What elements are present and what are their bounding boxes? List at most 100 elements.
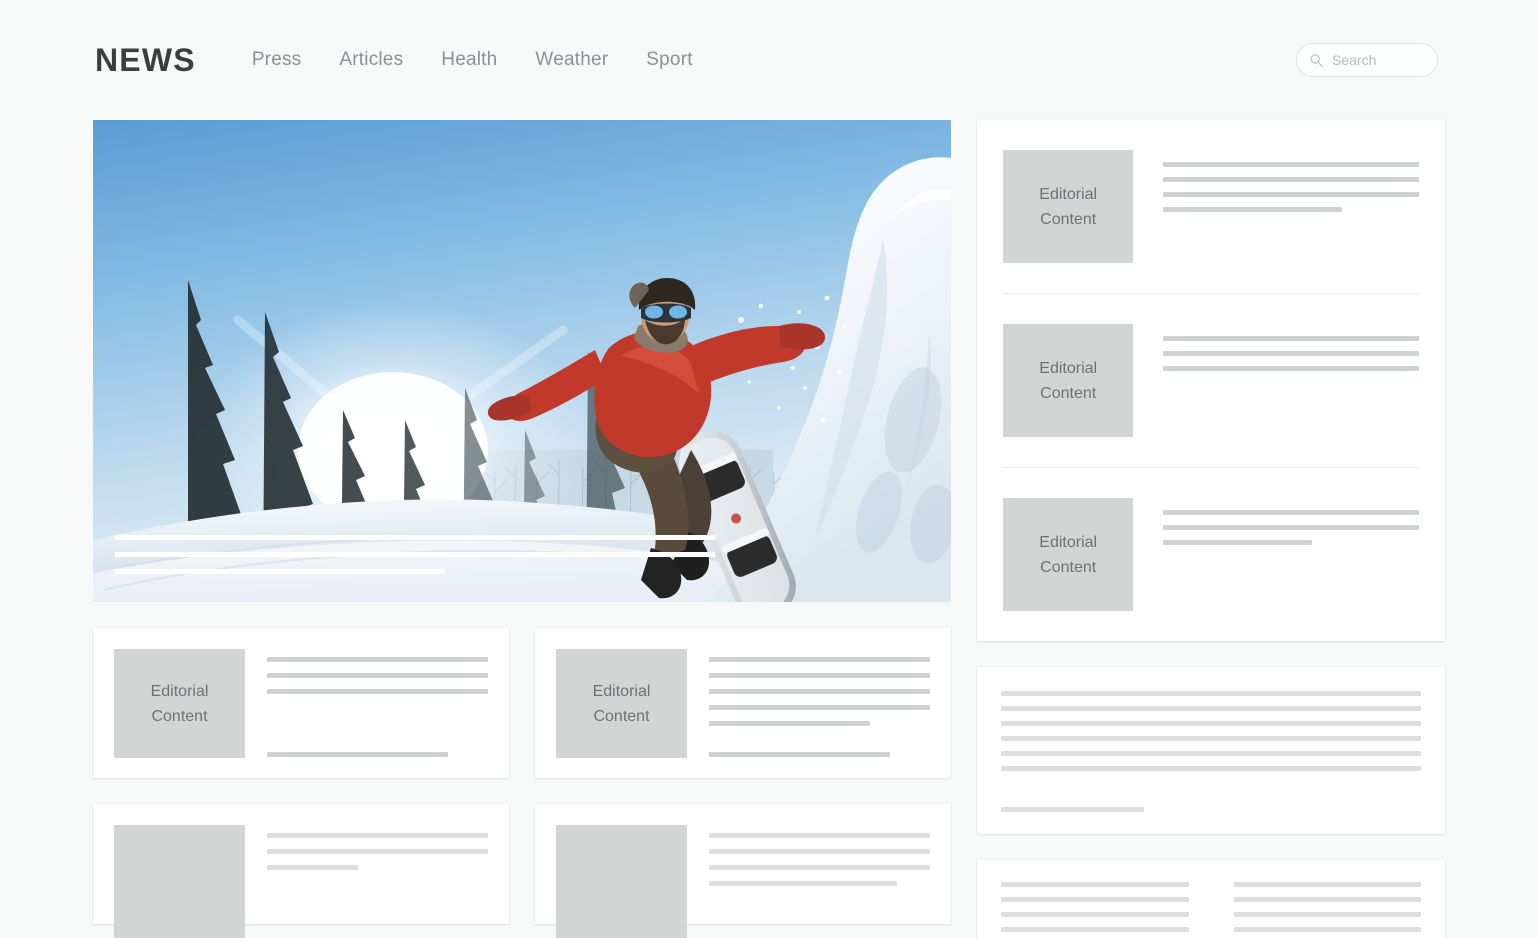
hero-headline-line [115,569,445,574]
text-line [709,865,930,870]
thumbnail-label-line2: Content [151,707,208,725]
article-footer-line-wrap [709,752,930,757]
text-block-spacer [1001,771,1421,807]
text-line [709,849,930,854]
article-card[interactable] [93,804,509,938]
two-column-right [1233,882,1422,938]
sidebar-text-block-card[interactable] [977,667,1445,834]
text-line [1001,736,1421,741]
text-line [267,689,488,694]
text-line [709,833,930,838]
main-column: Editorial Content Editorial Content [93,120,951,938]
text-line [1001,927,1189,932]
text-line [1001,721,1421,726]
text-line [1233,897,1422,902]
article-body [267,825,488,903]
sidebar-text-lines [1163,498,1419,611]
text-line [1163,510,1419,515]
article-text-lines [267,657,488,694]
sidebar-item[interactable]: Editorial Content [1003,293,1419,467]
text-line [1163,207,1343,212]
thumbnail-label-line2: Content [1040,210,1097,228]
text-line [1001,912,1189,917]
text-line [1001,882,1189,887]
text-line [1163,336,1419,341]
text-block-lines [1001,691,1421,771]
thumbnail-label-line1: Editorial [1039,185,1098,203]
text-line [267,673,488,678]
article-card[interactable]: Editorial Content [93,628,509,778]
article-body [709,825,930,903]
text-line [1163,525,1419,530]
article-card-row: Editorial Content Editorial Content [93,628,951,778]
nav-item-health[interactable]: Health [441,49,497,71]
site-header: NEWS Press Articles Health Weather Sport [0,0,1538,120]
nav-item-sport[interactable]: Sport [646,49,692,71]
text-line [267,849,488,854]
text-line [1163,162,1419,167]
text-line [709,689,930,694]
text-line [709,721,871,726]
sidebar-column: Editorial Content Editorial Content Edit… [977,120,1445,938]
text-line [1001,766,1421,771]
editorial-sidebar-card: Editorial Content Editorial Content Edit… [977,120,1445,641]
text-line [1163,177,1419,182]
editorial-thumbnail [556,825,687,938]
search-box[interactable] [1296,43,1438,77]
text-line [709,881,897,886]
hero-feature[interactable] [93,120,951,602]
text-line [1163,351,1419,356]
thumbnail-label-line1: Editorial [150,682,209,700]
sidebar-item[interactable]: Editorial Content [1003,467,1419,641]
text-line [267,752,449,757]
article-text-lines [709,657,930,726]
text-line [267,657,488,662]
text-line [1001,897,1189,902]
editorial-thumbnail: Editorial Content [556,649,687,758]
article-card[interactable] [535,804,951,938]
editorial-thumbnail: Editorial Content [1003,498,1134,611]
primary-navigation: Press Articles Health Weather Sport [252,49,693,71]
text-line [1233,927,1422,932]
article-body [267,649,488,757]
search-icon [1310,53,1323,67]
hero-headline-line [115,552,715,557]
text-line [1163,540,1312,545]
editorial-thumbnail: Editorial Content [1003,324,1134,437]
nav-item-press[interactable]: Press [252,49,302,71]
page-content: Editorial Content Editorial Content Edit… [0,120,1538,938]
thumbnail-label-line2: Content [593,707,650,725]
site-logo[interactable]: NEWS [95,44,196,76]
thumbnail-label-line2: Content [1040,384,1097,402]
text-line [1233,882,1422,887]
sidebar-text-lines [1163,150,1419,263]
article-card-row-partial [93,804,951,938]
text-line [1163,366,1419,371]
thumbnail-label-line1: Editorial [1039,359,1098,377]
nav-item-articles[interactable]: Articles [339,49,403,71]
editorial-thumbnail [114,825,245,938]
text-line [1233,912,1422,917]
hero-headline-line [115,535,715,540]
thumbnail-label-line1: Editorial [1039,533,1098,551]
editorial-thumbnail: Editorial Content [114,649,245,758]
search-area [1296,43,1438,77]
editorial-thumbnail: Editorial Content [1003,150,1134,263]
text-line [709,657,930,662]
hero-headline-placeholder [115,535,715,574]
article-text-lines [709,833,930,886]
hero-photo [93,120,951,602]
text-line [709,705,930,710]
nav-item-weather[interactable]: Weather [535,49,608,71]
text-line [1001,706,1421,711]
sidebar-text-lines [1163,324,1419,437]
sidebar-two-column-card[interactable] [977,860,1445,938]
thumbnail-label-line1: Editorial [592,682,651,700]
search-input[interactable] [1332,52,1425,68]
text-line [709,673,930,678]
two-column-left [1001,882,1189,938]
text-line [709,752,891,757]
article-card[interactable]: Editorial Content [535,628,951,778]
article-text-lines [267,833,488,870]
sidebar-item[interactable]: Editorial Content [1003,120,1419,293]
